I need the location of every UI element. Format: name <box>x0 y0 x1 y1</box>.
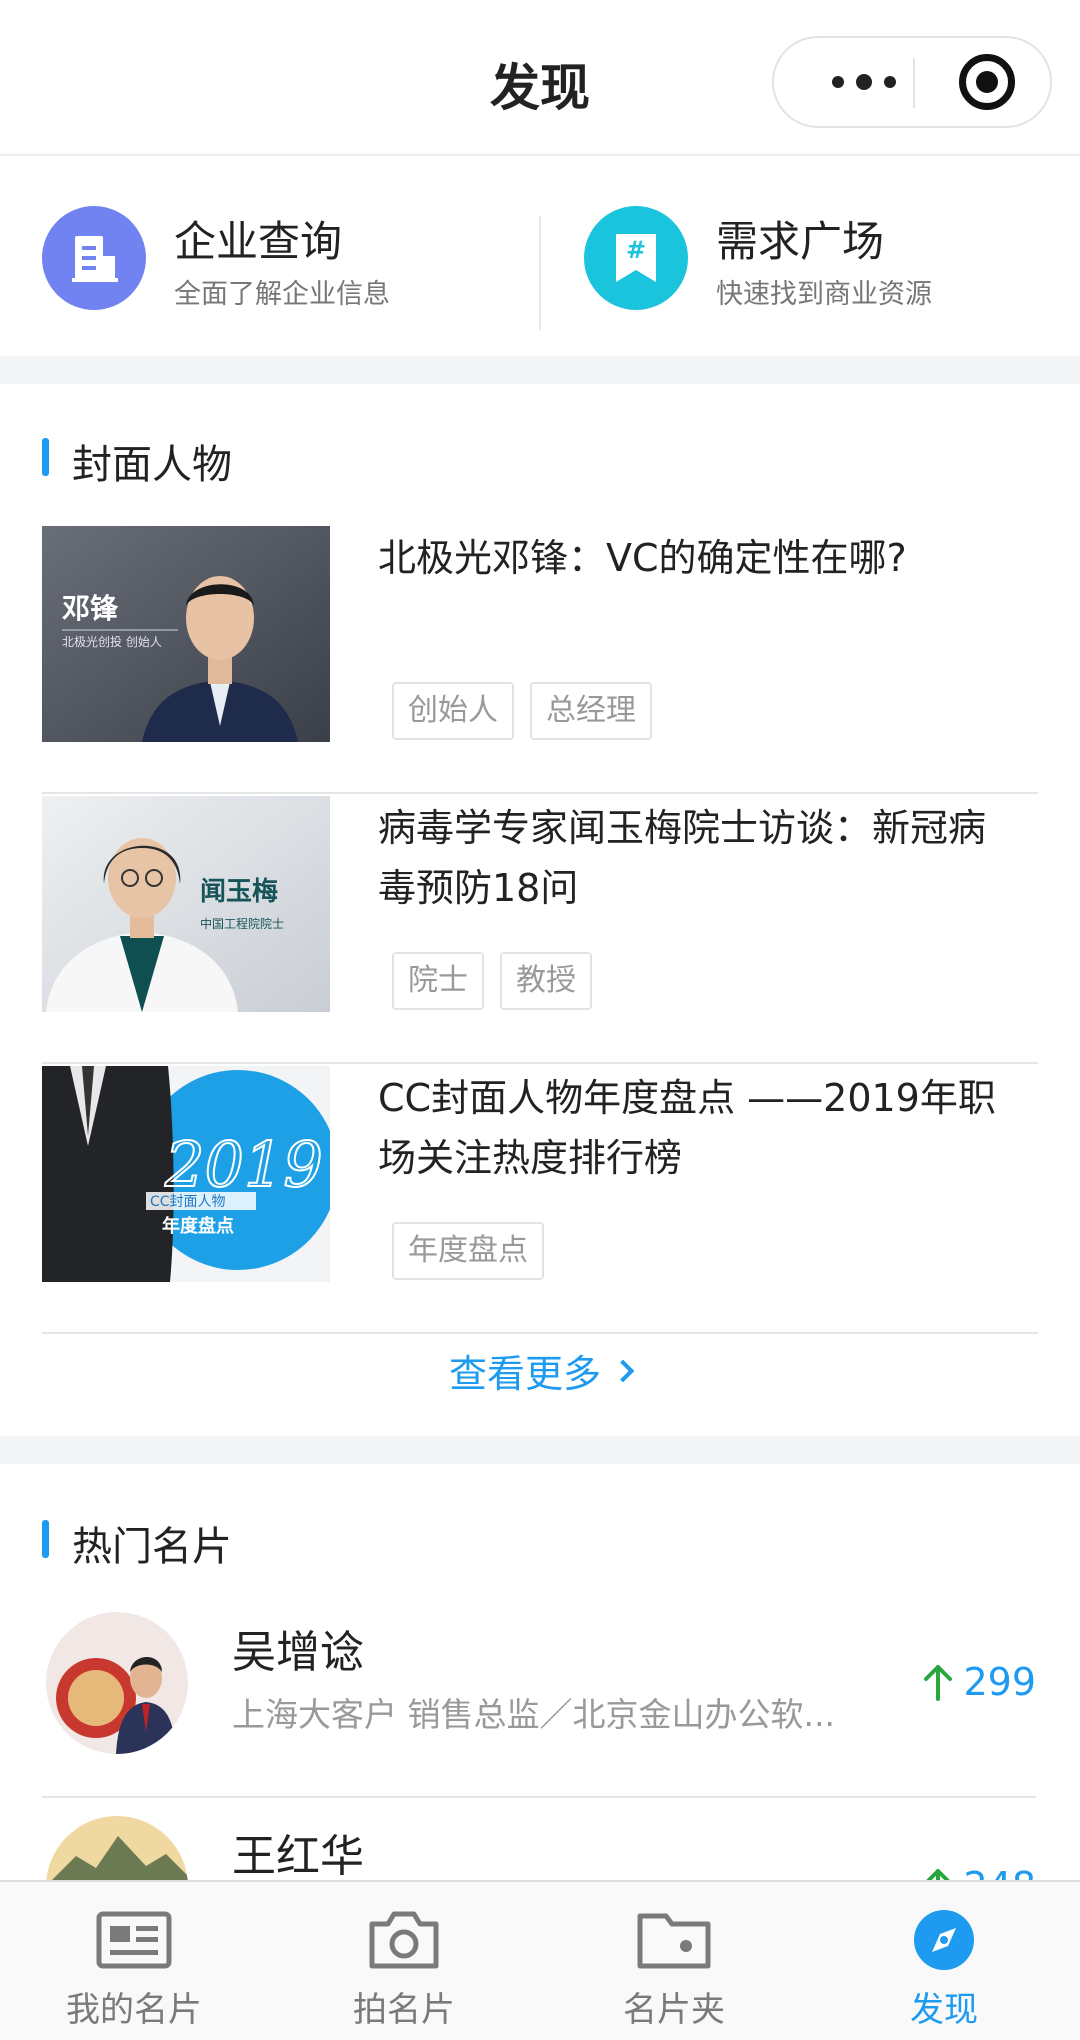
top-nav-bar: 发现 <box>0 0 1080 156</box>
section-gap <box>0 1436 1080 1464</box>
thumb-name-text: 闻玉梅 <box>200 876 278 907</box>
article-item[interactable]: 邓锋 北极光创投 创始人 北极光邓锋：VC的确定性在哪? 创始人 总经理 <box>42 526 1038 794</box>
article-title: CC封面人物年度盘点 ——2019年职场关注热度排行榜 <box>378 1076 996 1180</box>
thumb-sub-text: 年度盘点 <box>162 1215 234 1237</box>
quick-entries: 企业查询 全面了解企业信息 # 需求广场 快速找到商业资源 <box>0 158 1080 356</box>
tab-card-folder[interactable]: 名片夹 <box>574 1902 774 2032</box>
article-tag: 创始人 <box>392 682 514 740</box>
bottom-tab-bar: 我的名片 拍名片 名片夹 发现 <box>0 1880 1080 2040</box>
thumb-year-text: 2019 <box>164 1128 323 1201</box>
tab-discover[interactable]: 发现 <box>844 1902 1044 2032</box>
article-thumbnail: 邓锋 北极光创投 创始人 <box>42 526 330 742</box>
article-thumbnail: 闻玉梅 中国工程院院士 <box>42 796 330 1012</box>
building-icon <box>42 206 146 310</box>
arrow-up-icon <box>924 1665 953 1701</box>
hashtag-tag-icon: # <box>584 206 688 310</box>
tab-my-card[interactable]: 我的名片 <box>34 1902 234 2032</box>
article-item[interactable]: 2019 CC封面人物 年度盘点 CC封面人物年度盘点 ——2019年职场关注热… <box>42 1066 1038 1334</box>
thumb-name-text: 邓锋 <box>62 592 119 625</box>
capsule-divider <box>913 58 915 108</box>
more-dots-icon[interactable] <box>814 38 914 126</box>
article-title: 北极光邓锋：VC的确定性在哪? <box>378 536 907 580</box>
mini-program-capsule <box>772 36 1052 128</box>
section-gap <box>0 356 1080 384</box>
thumb-sub-text: 中国工程院院士 <box>200 916 284 931</box>
demand-square-title: 需求广场 <box>716 217 885 266</box>
quick-divider <box>539 216 541 330</box>
tab-label: 名片夹 <box>623 1990 725 2030</box>
tab-label: 我的名片 <box>66 1990 202 2030</box>
tab-label: 发现 <box>910 1990 978 2030</box>
card-score-value: 299 <box>963 1660 1036 1704</box>
target-icon[interactable] <box>959 54 1015 110</box>
hot-card-item[interactable]: 吴增谂 上海大客户 销售总监／北京金山办公软... 299 <box>42 1612 1036 1798</box>
section-accent-bar <box>42 438 49 476</box>
tab-scan-card[interactable]: 拍名片 <box>304 1902 504 2032</box>
section-accent-bar <box>42 1520 49 1558</box>
svg-text:#: # <box>626 236 646 264</box>
see-more-label: 查看更多 <box>448 1351 601 1396</box>
article-tag: 总经理 <box>530 682 652 740</box>
folder-icon <box>637 1913 711 1969</box>
camera-icon <box>369 1911 439 1969</box>
compass-icon <box>914 1910 974 1970</box>
tab-label: 拍名片 <box>353 1990 455 2030</box>
article-tag: 年度盘点 <box>392 1222 544 1280</box>
article-item[interactable]: 闻玉梅 中国工程院院士 病毒学专家闻玉梅院士访谈：新冠病毒预防18问 院士 教授 <box>42 796 1038 1064</box>
company-search-subtitle: 全面了解企业信息 <box>174 279 390 310</box>
article-tags: 年度盘点 <box>392 1222 544 1280</box>
card-score: 299 <box>921 1660 1036 1704</box>
article-tags: 创始人 总经理 <box>392 682 652 740</box>
card-name: 王红华 <box>232 1831 364 1882</box>
card-name: 吴增谂 <box>232 1627 364 1678</box>
article-tag: 教授 <box>500 952 592 1010</box>
article-title: 病毒学专家闻玉梅院士访谈：新冠病毒预防18问 <box>378 806 987 910</box>
cover-section-title: 封面人物 <box>72 442 232 488</box>
thumb-sub-text: 北极光创投 创始人 <box>62 634 162 649</box>
demand-square-subtitle: 快速找到商业资源 <box>716 279 932 310</box>
see-more-link[interactable]: 查看更多 <box>0 1340 1080 1400</box>
avatar <box>46 1612 188 1754</box>
card-icon <box>96 1911 172 1969</box>
card-description: 上海大客户 销售总监／北京金山办公软... <box>232 1695 835 1734</box>
thumb-brand-text: CC封面人物 <box>150 1194 226 1210</box>
article-tag: 院士 <box>392 952 484 1010</box>
company-search-title: 企业查询 <box>174 217 343 266</box>
hot-section-title: 热门名片 <box>72 1524 232 1570</box>
article-tags: 院士 教授 <box>392 952 592 1010</box>
article-thumbnail: 2019 CC封面人物 年度盘点 <box>42 1066 330 1282</box>
chevron-right-icon <box>611 1359 635 1383</box>
